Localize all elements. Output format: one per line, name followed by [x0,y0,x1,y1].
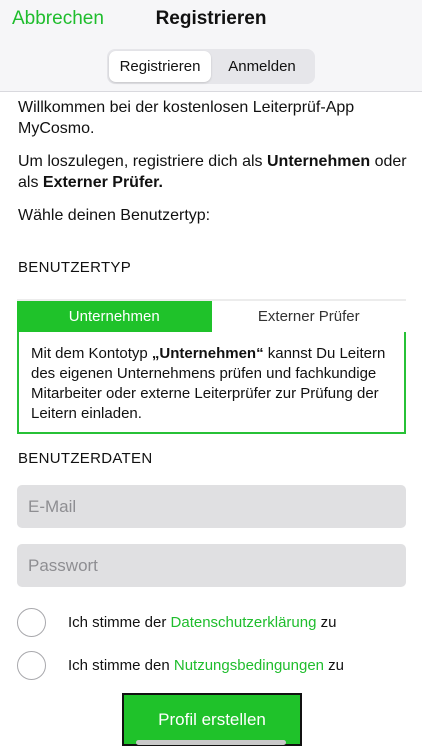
terms-consent-checkbox[interactable] [17,650,46,680]
start-instructions: Um loszulegen, registriere dich als Unte… [18,151,408,193]
start-company-bold: Unternehmen [267,153,371,170]
terms-consent-row: Ich stimme den Nutzungsbedingungen zu [17,650,407,680]
tab-external-inspector[interactable]: Externer Prüfer [211,301,406,332]
page-title: Registrieren [155,8,267,29]
info-bold: „Unternehmen“ [151,345,264,362]
start-prefix: Um loszulegen, registriere dich als [18,153,267,170]
info-prefix: Mit dem Kontotyp [31,345,152,362]
privacy-consent-row: Ich stimme der Datenschutzerklärung zu [17,607,407,637]
terms-of-use-link[interactable]: Nutzungsbedingungen [174,657,324,674]
welcome-text: Willkommen bei der kostenlosen Leiterprü… [18,99,355,137]
user-type-section-label: BENUTZERTYP [18,259,132,276]
terms-consent-prefix: Ich stimme den [68,656,174,674]
privacy-policy-link[interactable]: Datenschutzerklärung [171,614,317,631]
create-profile-button[interactable]: Profil erstellen [122,693,302,746]
privacy-consent-prefix: Ich stimme der [68,613,171,631]
auth-mode-segmented-control: Registrieren Anmelden [107,49,315,84]
choose-user-type-text: Wähle deinen Benutzertyp: [18,207,211,224]
user-data-section-label: BENUTZERDATEN [18,450,153,467]
terms-consent-label: Ich stimme den Nutzungsbedingungen zu [68,657,344,674]
segment-login[interactable]: Anmelden [211,51,313,82]
user-type-tabs: Unternehmen Externer Prüfer [17,299,406,332]
user-type-info-box: Mit dem Kontotyp „Unternehmen“ kannst Du… [17,332,406,434]
privacy-consent-checkbox[interactable] [17,607,46,637]
start-inspector-bold: Externer Prüfer. [42,174,163,191]
privacy-consent-label: Ich stimme der Datenschutzerklärung zu [68,614,336,631]
nav-header: Abbrechen Registrieren Registrieren Anme… [0,0,422,92]
password-field[interactable] [17,544,406,587]
segment-register[interactable]: Registrieren [109,51,211,82]
terms-consent-suffix: zu [324,656,345,674]
tab-company[interactable]: Unternehmen [17,301,212,332]
privacy-consent-suffix: zu [316,613,337,631]
home-indicator [136,740,286,745]
email-field[interactable] [17,485,406,528]
